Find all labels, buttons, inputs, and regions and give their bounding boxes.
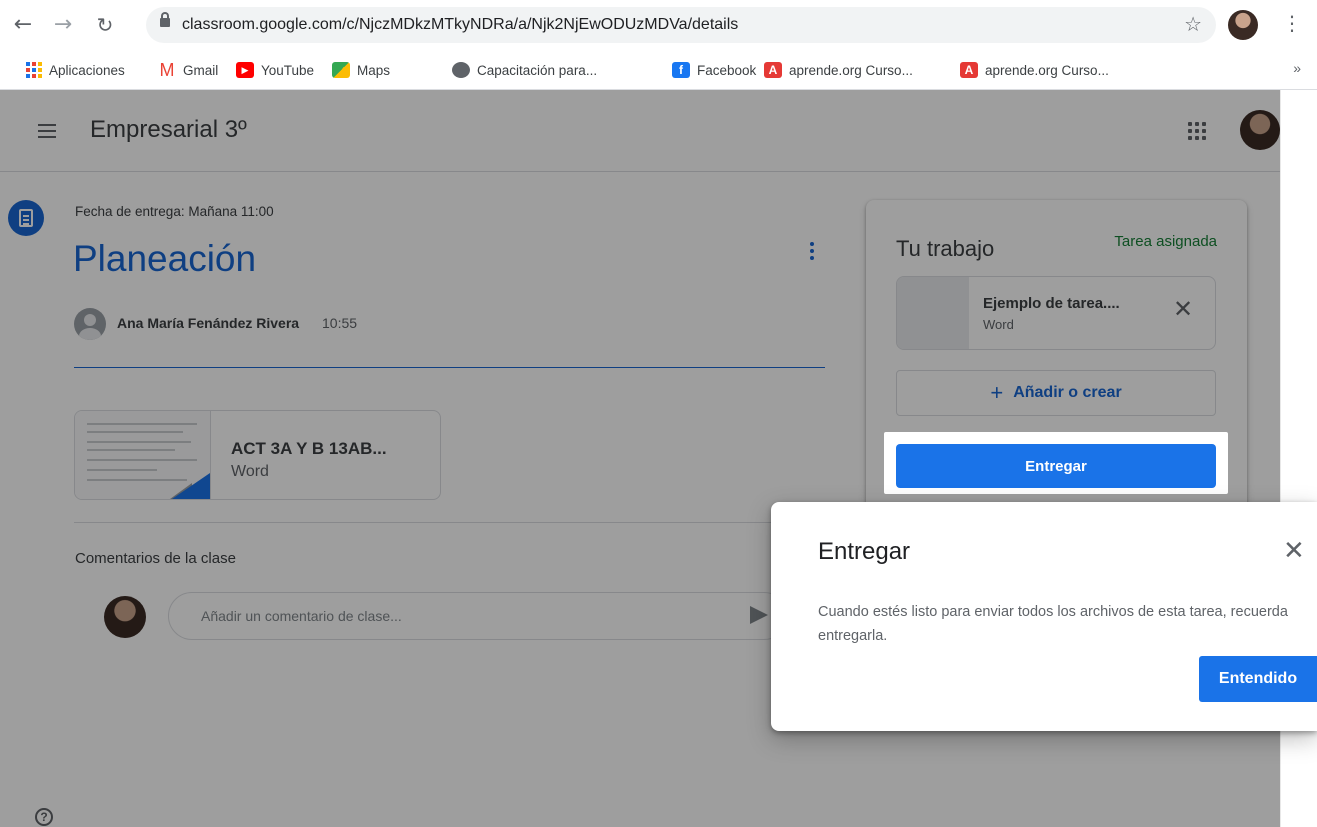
bookmark-label: aprende.org Curso... [985,62,1109,78]
bookmark-label: Gmail [183,62,219,78]
submit-info-popover: Entregar ✕ Cuando estés listo para envia… [771,502,1317,731]
popover-title: Entregar [818,538,911,565]
bookmark-aprende-2[interactable]: A aprende.org Curso... [960,60,1109,80]
bookmark-star-icon[interactable]: ☆ [1184,12,1202,36]
reload-icon[interactable]: ↻ [90,10,120,40]
bookmark-aprende-1[interactable]: A aprende.org Curso... [764,60,913,80]
submit-button[interactable]: Entregar [896,444,1216,488]
apps-grid-icon [26,62,42,78]
address-bar-row: ← → ↻ classroom.google.com/c/NjczMDkzMTk… [0,0,1317,50]
aprende-icon: A [960,62,978,78]
url-text[interactable]: classroom.google.com/c/NjczMDkzMTkyNDRa/… [182,16,738,34]
close-icon[interactable]: ✕ [1283,536,1305,566]
profile-avatar[interactable] [1228,10,1258,40]
popover-message: Cuando estés listo para enviar todos los… [818,604,1288,644]
bookmark-facebook[interactable]: f Facebook [672,60,756,80]
globe-icon [452,62,470,78]
bookmark-youtube[interactable]: ▶ YouTube [236,60,314,80]
bookmark-capacitacion[interactable]: Capacitación para... [452,60,597,80]
bookmark-maps[interactable]: Maps [332,60,390,80]
youtube-icon: ▶ [236,62,254,78]
bookmark-apps[interactable]: Aplicaciones [26,60,125,80]
browser-menu-icon[interactable]: ⋮ [1282,11,1302,35]
lock-icon [160,12,170,27]
gmail-icon: M [159,59,175,80]
got-it-button[interactable]: Entendido [1199,656,1317,702]
bookmark-label: Facebook [697,62,757,78]
bookmark-label: Capacitación para... [477,62,598,78]
bookmarks-bar: Aplicaciones M Gmail ▶ YouTube Maps Capa… [0,52,1317,88]
maps-icon [332,62,350,78]
back-arrow-icon[interactable]: ← [8,10,38,40]
bookmark-gmail[interactable]: M Gmail [158,59,219,80]
bookmarks-overflow-icon[interactable]: » [1293,60,1301,76]
browser-chrome: ← → ↻ classroom.google.com/c/NjczMDkzMTk… [0,0,1317,90]
facebook-icon: f [672,62,690,78]
address-bar[interactable]: classroom.google.com/c/NjczMDkzMTkyNDRa/… [146,7,1216,43]
aprende-icon: A [764,62,782,78]
forward-arrow-icon[interactable]: → [48,10,78,40]
bookmark-label: YouTube [261,62,315,78]
bookmark-label: Maps [357,62,391,78]
bookmark-label: aprende.org Curso... [789,62,913,78]
bookmark-label: Aplicaciones [49,62,125,78]
